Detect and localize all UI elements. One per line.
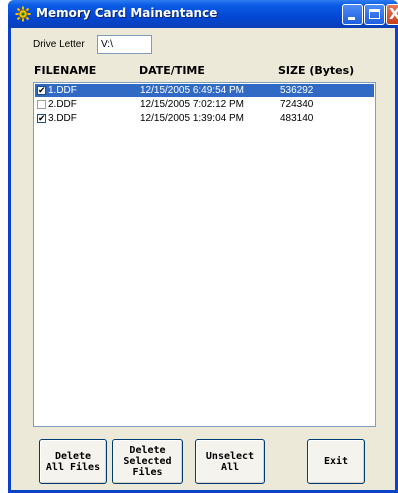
unselect-all-button[interactable]: Unselect All: [195, 439, 265, 484]
column-header-size: SIZE (Bytes): [278, 64, 355, 77]
file-size: 483140: [280, 113, 314, 124]
window-title: Memory Card Mainentance: [36, 6, 218, 20]
delete-selected-files-button[interactable]: Delete Selected Files: [112, 439, 183, 484]
file-name: 2.DDF: [48, 99, 77, 110]
file-row[interactable]: 2.DDF 12/15/2005 7:02:12 PM 724340: [35, 98, 374, 111]
column-header-filename: FILENAME: [34, 64, 97, 77]
maximize-icon: [369, 9, 380, 19]
file-size: 724340: [280, 99, 314, 110]
file-name: 3.DDF: [48, 113, 77, 124]
dialog-client-area: Drive Letter V:\ FILENAME DATE/TIME SIZE…: [11, 28, 395, 490]
maximize-button[interactable]: [364, 4, 385, 25]
delete-all-files-button[interactable]: Delete All Files: [39, 439, 107, 484]
file-size: 536292: [280, 85, 314, 96]
close-icon: X: [389, 5, 398, 23]
file-datetime: 12/15/2005 7:02:12 PM: [140, 99, 244, 110]
file-datetime: 12/15/2005 6:49:54 PM: [140, 85, 244, 96]
minimize-button[interactable]: [342, 4, 363, 25]
memory-card-window: Memory Card Mainentance X Drive Letter V…: [8, 0, 398, 493]
close-button[interactable]: X: [386, 4, 398, 25]
exit-button[interactable]: Exit: [307, 439, 365, 484]
file-name: 1.DDF: [48, 85, 77, 96]
file-row[interactable]: ✔ 1.DDF 12/15/2005 6:49:54 PM 536292: [35, 84, 374, 97]
title-bar[interactable]: Memory Card Mainentance X: [8, 0, 398, 28]
drive-letter-input[interactable]: V:\: [97, 35, 152, 54]
file-checkbox[interactable]: ✔: [37, 86, 46, 96]
file-checkbox[interactable]: ✔: [37, 114, 46, 124]
file-row[interactable]: ✔ 3.DDF 12/15/2005 1:39:04 PM 483140: [35, 112, 374, 125]
drive-letter-label: Drive Letter: [33, 39, 85, 50]
file-list[interactable]: ✔ 1.DDF 12/15/2005 6:49:54 PM 536292 2.D…: [33, 82, 376, 427]
file-checkbox[interactable]: [37, 100, 46, 109]
app-gear-icon: [15, 6, 31, 22]
file-datetime: 12/15/2005 1:39:04 PM: [140, 113, 244, 124]
minimize-icon: [348, 17, 355, 20]
column-header-datetime: DATE/TIME: [139, 64, 205, 77]
